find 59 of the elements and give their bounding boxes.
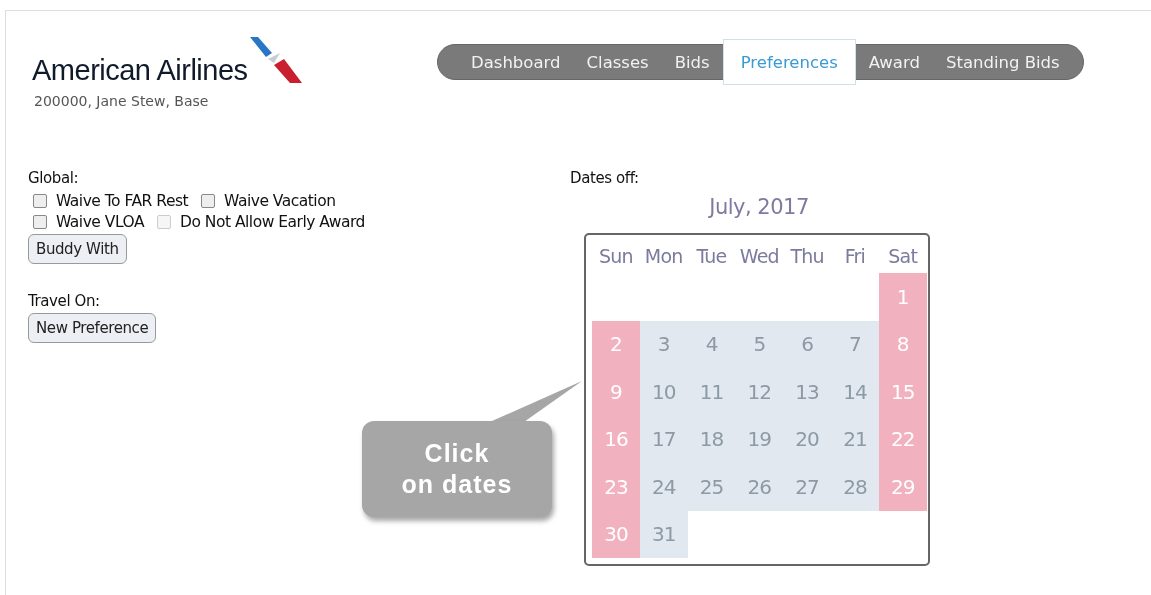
- calendar-day[interactable]: 29: [878, 463, 927, 511]
- weekday-label: Thu: [789, 244, 825, 269]
- calendar-day[interactable]: 26: [735, 463, 784, 511]
- checkbox[interactable]: [201, 194, 216, 208]
- calendar-day[interactable]: 23: [592, 463, 640, 511]
- logo-text: American Airlines: [32, 54, 248, 88]
- checkbox[interactable]: [33, 215, 47, 229]
- calendar-day[interactable]: 5: [735, 320, 784, 368]
- calendar-day[interactable]: 14: [831, 368, 879, 416]
- checkbox-label: Waive Vacation: [224, 192, 336, 210]
- weekday-label: Fri: [843, 244, 866, 269]
- checkbox-label: Do Not Allow Early Award: [180, 213, 365, 231]
- weekday-label: Wed: [738, 244, 780, 269]
- section-heading: Dates off:: [570, 169, 639, 187]
- calendar-day[interactable]: 12: [735, 368, 784, 416]
- calendar-day[interactable]: 9: [592, 368, 640, 416]
- calendar-day[interactable]: 11: [687, 368, 736, 416]
- calendar-day[interactable]: 21: [831, 415, 879, 463]
- nav-tab[interactable]: Classes: [573, 45, 662, 79]
- weekday-label: Sun: [598, 244, 634, 269]
- calendar-day[interactable]: 6: [783, 320, 831, 368]
- weekday-label: Sat: [887, 244, 919, 269]
- new-preference-button[interactable]: New Preference: [28, 313, 157, 343]
- calendar-day[interactable]: 1: [878, 273, 927, 321]
- calendar-day[interactable]: 3: [639, 320, 688, 368]
- calendar-day[interactable]: 24: [639, 463, 688, 511]
- weekday-label: Tue: [695, 244, 728, 269]
- calendar-day[interactable]: 22: [878, 415, 927, 463]
- calendar-day[interactable]: 18: [687, 415, 736, 463]
- calendar-day[interactable]: 2: [592, 320, 640, 368]
- calendar-day[interactable]: 19: [735, 415, 784, 463]
- nav-tab[interactable]: Award: [855, 45, 933, 79]
- calendar-day[interactable]: 25: [687, 463, 736, 511]
- calendar-day[interactable]: 13: [783, 368, 831, 416]
- calendar-day[interactable]: 27: [783, 463, 831, 511]
- checkbox-label: Waive VLOA: [56, 213, 144, 231]
- checkbox-label: Waive To FAR Rest: [56, 192, 189, 210]
- calendar-day[interactable]: 15: [878, 368, 927, 416]
- user-info: 200000, Jane Stew, Base: [34, 93, 210, 109]
- calendar-day[interactable]: 20: [783, 415, 831, 463]
- checkbox[interactable]: [33, 194, 47, 208]
- nav-tab[interactable]: Standing Bids: [932, 45, 1073, 79]
- calendar-day[interactable]: 30: [592, 510, 640, 558]
- buddy-with-button[interactable]: Buddy With: [28, 234, 127, 264]
- calendar-day[interactable]: 28: [831, 463, 879, 511]
- month-title: July, 2017: [707, 195, 810, 219]
- nav-tab[interactable]: Dashboard: [458, 45, 574, 79]
- weekday-label: Mon: [643, 244, 684, 269]
- nav-tab[interactable]: Bids: [661, 45, 723, 79]
- section-heading: Global:: [28, 169, 79, 187]
- calendar-day[interactable]: 17: [639, 415, 688, 463]
- nav-tab[interactable]: Preferences: [722, 39, 856, 85]
- section-heading: Travel On:: [28, 292, 100, 310]
- calendar-day[interactable]: 7: [831, 320, 879, 368]
- calendar-day[interactable]: 16: [592, 415, 640, 463]
- calendar-day[interactable]: 10: [639, 368, 688, 416]
- calendar-day[interactable]: 8: [878, 320, 927, 368]
- calendar-day[interactable]: 4: [687, 320, 736, 368]
- calendar-day[interactable]: 31: [639, 510, 688, 558]
